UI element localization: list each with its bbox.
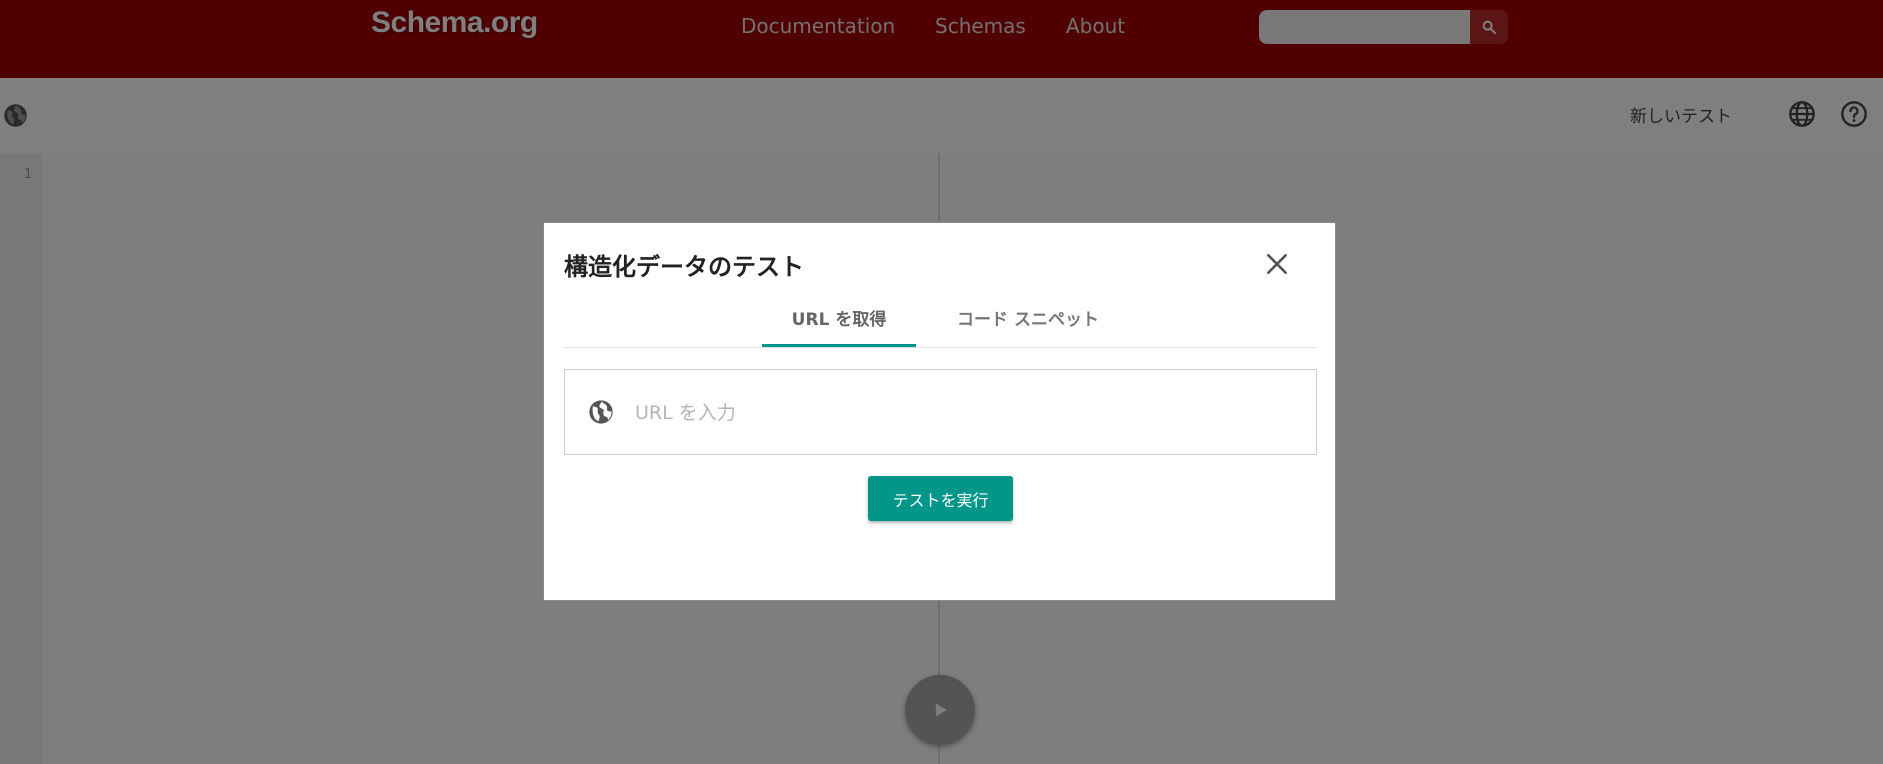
url-input[interactable] [633, 390, 1297, 436]
tab-fetch-url[interactable]: URL を取得 [762, 305, 916, 347]
page: Schema.org Documentation Schemas About 新… [0, 0, 1883, 764]
tab-code-snippet[interactable]: コード スニペット [934, 305, 1122, 347]
active-tab-indicator [762, 344, 916, 347]
url-field[interactable] [564, 369, 1317, 455]
test-dialog: 構造化データのテスト URL を取得 コード スニペット テストを実行 [543, 222, 1336, 601]
globe-icon [589, 400, 613, 424]
run-test-button[interactable]: テストを実行 [868, 476, 1013, 521]
tabs-divider [564, 347, 1316, 348]
dialog-title: 構造化データのテスト [564, 253, 804, 281]
close-icon[interactable] [1264, 251, 1290, 277]
